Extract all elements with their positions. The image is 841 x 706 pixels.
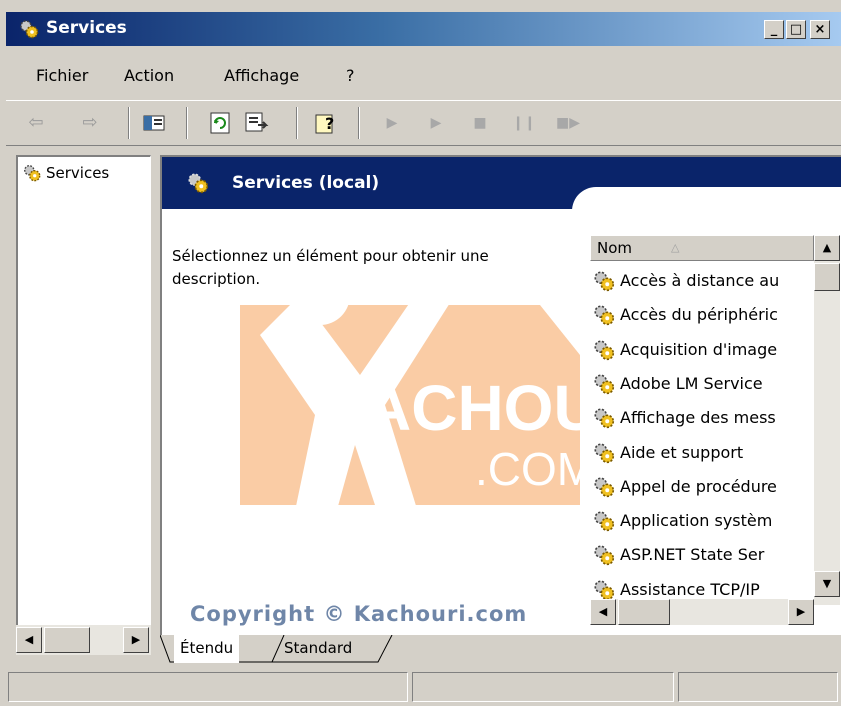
service-name: Adobe LM Service bbox=[620, 373, 763, 393]
scroll-left-icon[interactable]: ◀ bbox=[590, 599, 616, 625]
show-hide-tree-icon[interactable] bbox=[140, 109, 168, 137]
list-item[interactable]: Affichage des mess bbox=[592, 402, 814, 436]
panel-title: Services (local) bbox=[232, 173, 380, 193]
service-gear-icon bbox=[594, 511, 615, 532]
start-icon[interactable]: ▶ bbox=[378, 109, 406, 137]
toolbar: ⇦ ⇨ ? ▶ ▶ ■ ❙❙ ■▶ bbox=[6, 100, 841, 146]
services-gear-icon bbox=[24, 165, 41, 182]
scroll-thumb[interactable] bbox=[44, 627, 90, 653]
service-name: Acquisition d'image bbox=[620, 339, 778, 359]
menu-fichier[interactable]: Fichier bbox=[36, 65, 88, 87]
svg-text:?: ? bbox=[325, 114, 334, 133]
restart-icon[interactable]: ■▶ bbox=[554, 109, 582, 137]
service-name: ASP.NET State Ser bbox=[620, 545, 765, 565]
list-item[interactable]: Adobe LM Service bbox=[592, 368, 814, 402]
scroll-thumb[interactable] bbox=[618, 599, 670, 625]
services-gear-icon bbox=[20, 20, 39, 39]
column-header-nom[interactable]: Nom △ bbox=[590, 235, 814, 261]
tab-etendu[interactable]: Étendu bbox=[174, 635, 240, 663]
maximize-button[interactable]: □ bbox=[786, 20, 806, 39]
service-name: Accès à distance au bbox=[620, 271, 780, 290]
list-item[interactable]: Application systèm bbox=[592, 505, 814, 539]
refresh-icon[interactable] bbox=[206, 109, 234, 137]
list-item[interactable]: Accès à distance au bbox=[592, 265, 814, 299]
tab-standard[interactable]: Standard bbox=[284, 635, 352, 663]
close-button[interactable]: × bbox=[810, 20, 830, 39]
service-gear-icon bbox=[594, 271, 615, 292]
toolbar-separator bbox=[128, 107, 130, 139]
start-disabled-icon[interactable]: ▶ bbox=[422, 109, 450, 137]
scroll-up-icon[interactable]: ▲ bbox=[814, 235, 840, 261]
service-gear-icon bbox=[594, 545, 615, 566]
service-gear-icon bbox=[594, 442, 615, 463]
services-gear-icon bbox=[188, 173, 209, 194]
service-gear-icon bbox=[594, 374, 615, 394]
service-name: Accès du périphéric bbox=[620, 305, 778, 325]
service-name: Appel de procédure bbox=[620, 476, 777, 496]
tab-outline bbox=[160, 635, 393, 663]
export-list-icon[interactable] bbox=[242, 109, 270, 137]
list-item[interactable]: Accès du périphéric bbox=[592, 299, 814, 333]
minimize-button[interactable]: _ bbox=[764, 20, 784, 39]
service-name: Application systèm bbox=[620, 511, 773, 531]
view-tabs: Étendu Standard bbox=[160, 635, 841, 663]
scroll-right-icon[interactable]: ▶ bbox=[788, 599, 814, 625]
toolbar-separator bbox=[358, 107, 360, 139]
list-vertical-scrollbar[interactable]: ▲ ▼ bbox=[814, 235, 840, 605]
scroll-right-icon[interactable]: ▶ bbox=[123, 627, 149, 653]
service-description: Sélectionnez un élément pour obtenir une… bbox=[172, 247, 489, 288]
services-list[interactable]: Nom △ Accès à distance au Accès du périph… bbox=[590, 235, 841, 625]
status-panel bbox=[8, 672, 408, 702]
list-item[interactable]: Aide et support bbox=[592, 437, 814, 471]
column-header-label: Nom bbox=[597, 239, 633, 257]
toolbar-separator bbox=[296, 107, 298, 139]
window-title: Services bbox=[46, 18, 127, 38]
status-panel bbox=[678, 672, 838, 702]
service-gear-icon bbox=[594, 408, 615, 429]
sort-ascending-icon: △ bbox=[671, 241, 680, 254]
scroll-down-icon[interactable]: ▼ bbox=[814, 571, 840, 597]
menu-bar: Fichier Action Affichage ? bbox=[6, 56, 841, 96]
status-panel bbox=[412, 672, 674, 702]
menu-help[interactable]: ? bbox=[346, 65, 355, 87]
list-item[interactable]: Appel de procédure bbox=[592, 471, 814, 505]
header-curve bbox=[572, 187, 841, 227]
list-horizontal-scrollbar[interactable]: ◀ ▶ bbox=[590, 599, 814, 625]
scroll-left-icon[interactable]: ◀ bbox=[16, 627, 42, 653]
service-name: Aide et support bbox=[620, 442, 744, 462]
stop-icon[interactable]: ■ bbox=[466, 109, 494, 137]
tree-horizontal-scrollbar[interactable]: ◀ ▶ bbox=[16, 625, 151, 655]
scroll-thumb[interactable] bbox=[814, 263, 840, 291]
menu-affichage[interactable]: Affichage bbox=[224, 65, 299, 87]
service-gear-icon bbox=[594, 477, 615, 497]
help-icon[interactable]: ? bbox=[312, 109, 340, 137]
tree-pane[interactable]: Services bbox=[16, 155, 151, 625]
tree-item-services[interactable]: Services bbox=[46, 163, 109, 183]
copyright-watermark: Copyright © Kachouri.com bbox=[190, 602, 528, 626]
details-pane: Services (local) Sélectionnez un élément… bbox=[160, 155, 841, 635]
menu-action[interactable]: Action bbox=[124, 65, 174, 87]
service-gear-icon bbox=[594, 340, 615, 360]
service-gear-icon bbox=[594, 305, 615, 326]
back-arrow-icon[interactable]: ⇦ bbox=[22, 109, 50, 137]
status-bar bbox=[6, 668, 841, 706]
toolbar-separator bbox=[186, 107, 188, 139]
list-item[interactable]: ASP.NET State Ser bbox=[592, 539, 814, 573]
service-name: Affichage des mess bbox=[620, 408, 776, 428]
forward-arrow-icon[interactable]: ⇨ bbox=[76, 109, 104, 137]
list-item[interactable]: Acquisition d'image bbox=[592, 334, 814, 368]
title-bar[interactable]: Services _ □ × bbox=[6, 12, 841, 46]
pause-icon[interactable]: ❙❙ bbox=[510, 109, 538, 137]
